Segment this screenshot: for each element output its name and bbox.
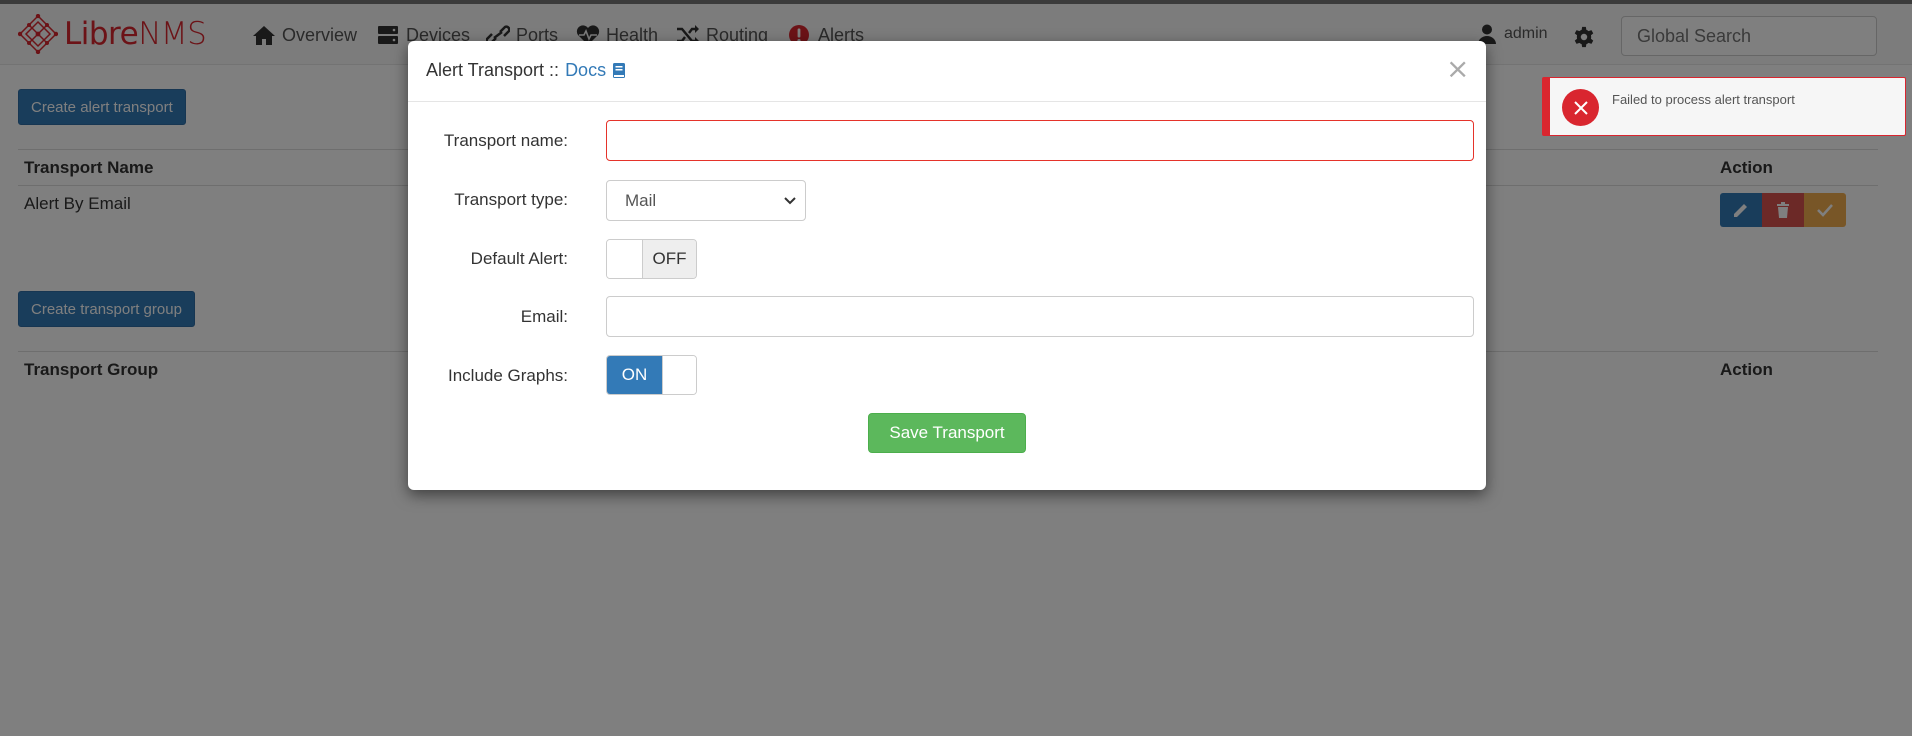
include-graphs-label: Include Graphs: (447, 366, 568, 385)
toggle-state: OFF (643, 240, 696, 278)
error-icon (1562, 89, 1599, 126)
transport-name-input[interactable] (606, 120, 1474, 161)
transport-type-select[interactable]: Mail (606, 180, 806, 221)
chevron-down-icon (784, 197, 796, 205)
modal-title-text: Alert Transport :: (426, 60, 560, 80)
default-alert-toggle[interactable]: OFF (606, 239, 697, 279)
close-icon (1573, 100, 1588, 115)
transport-type-label: Transport type: (454, 190, 568, 209)
include-graphs-toggle[interactable]: ON (606, 355, 697, 395)
error-toast[interactable]: Failed to process alert transport (1542, 77, 1906, 136)
email-label: Email: (520, 307, 568, 326)
book-icon[interactable] (612, 62, 626, 79)
toggle-handle (662, 356, 696, 394)
transport-name-label: Transport name: (443, 131, 568, 150)
email-input[interactable] (606, 296, 1474, 337)
toast-message: Failed to process alert transport (1612, 92, 1795, 107)
alert-transport-modal: Alert Transport :: Docs × Transport name… (408, 41, 1486, 490)
close-button[interactable]: × (1446, 55, 1469, 83)
save-transport-button[interactable]: Save Transport (868, 413, 1026, 453)
docs-link[interactable]: Docs (565, 60, 606, 81)
toggle-handle (607, 240, 643, 278)
modal-header: Alert Transport :: Docs × (408, 41, 1486, 102)
modal-title: Alert Transport :: Docs (426, 60, 626, 81)
transport-type-value: Mail (625, 190, 657, 210)
default-alert-label: Default Alert: (470, 249, 568, 268)
toggle-state: ON (607, 356, 662, 394)
